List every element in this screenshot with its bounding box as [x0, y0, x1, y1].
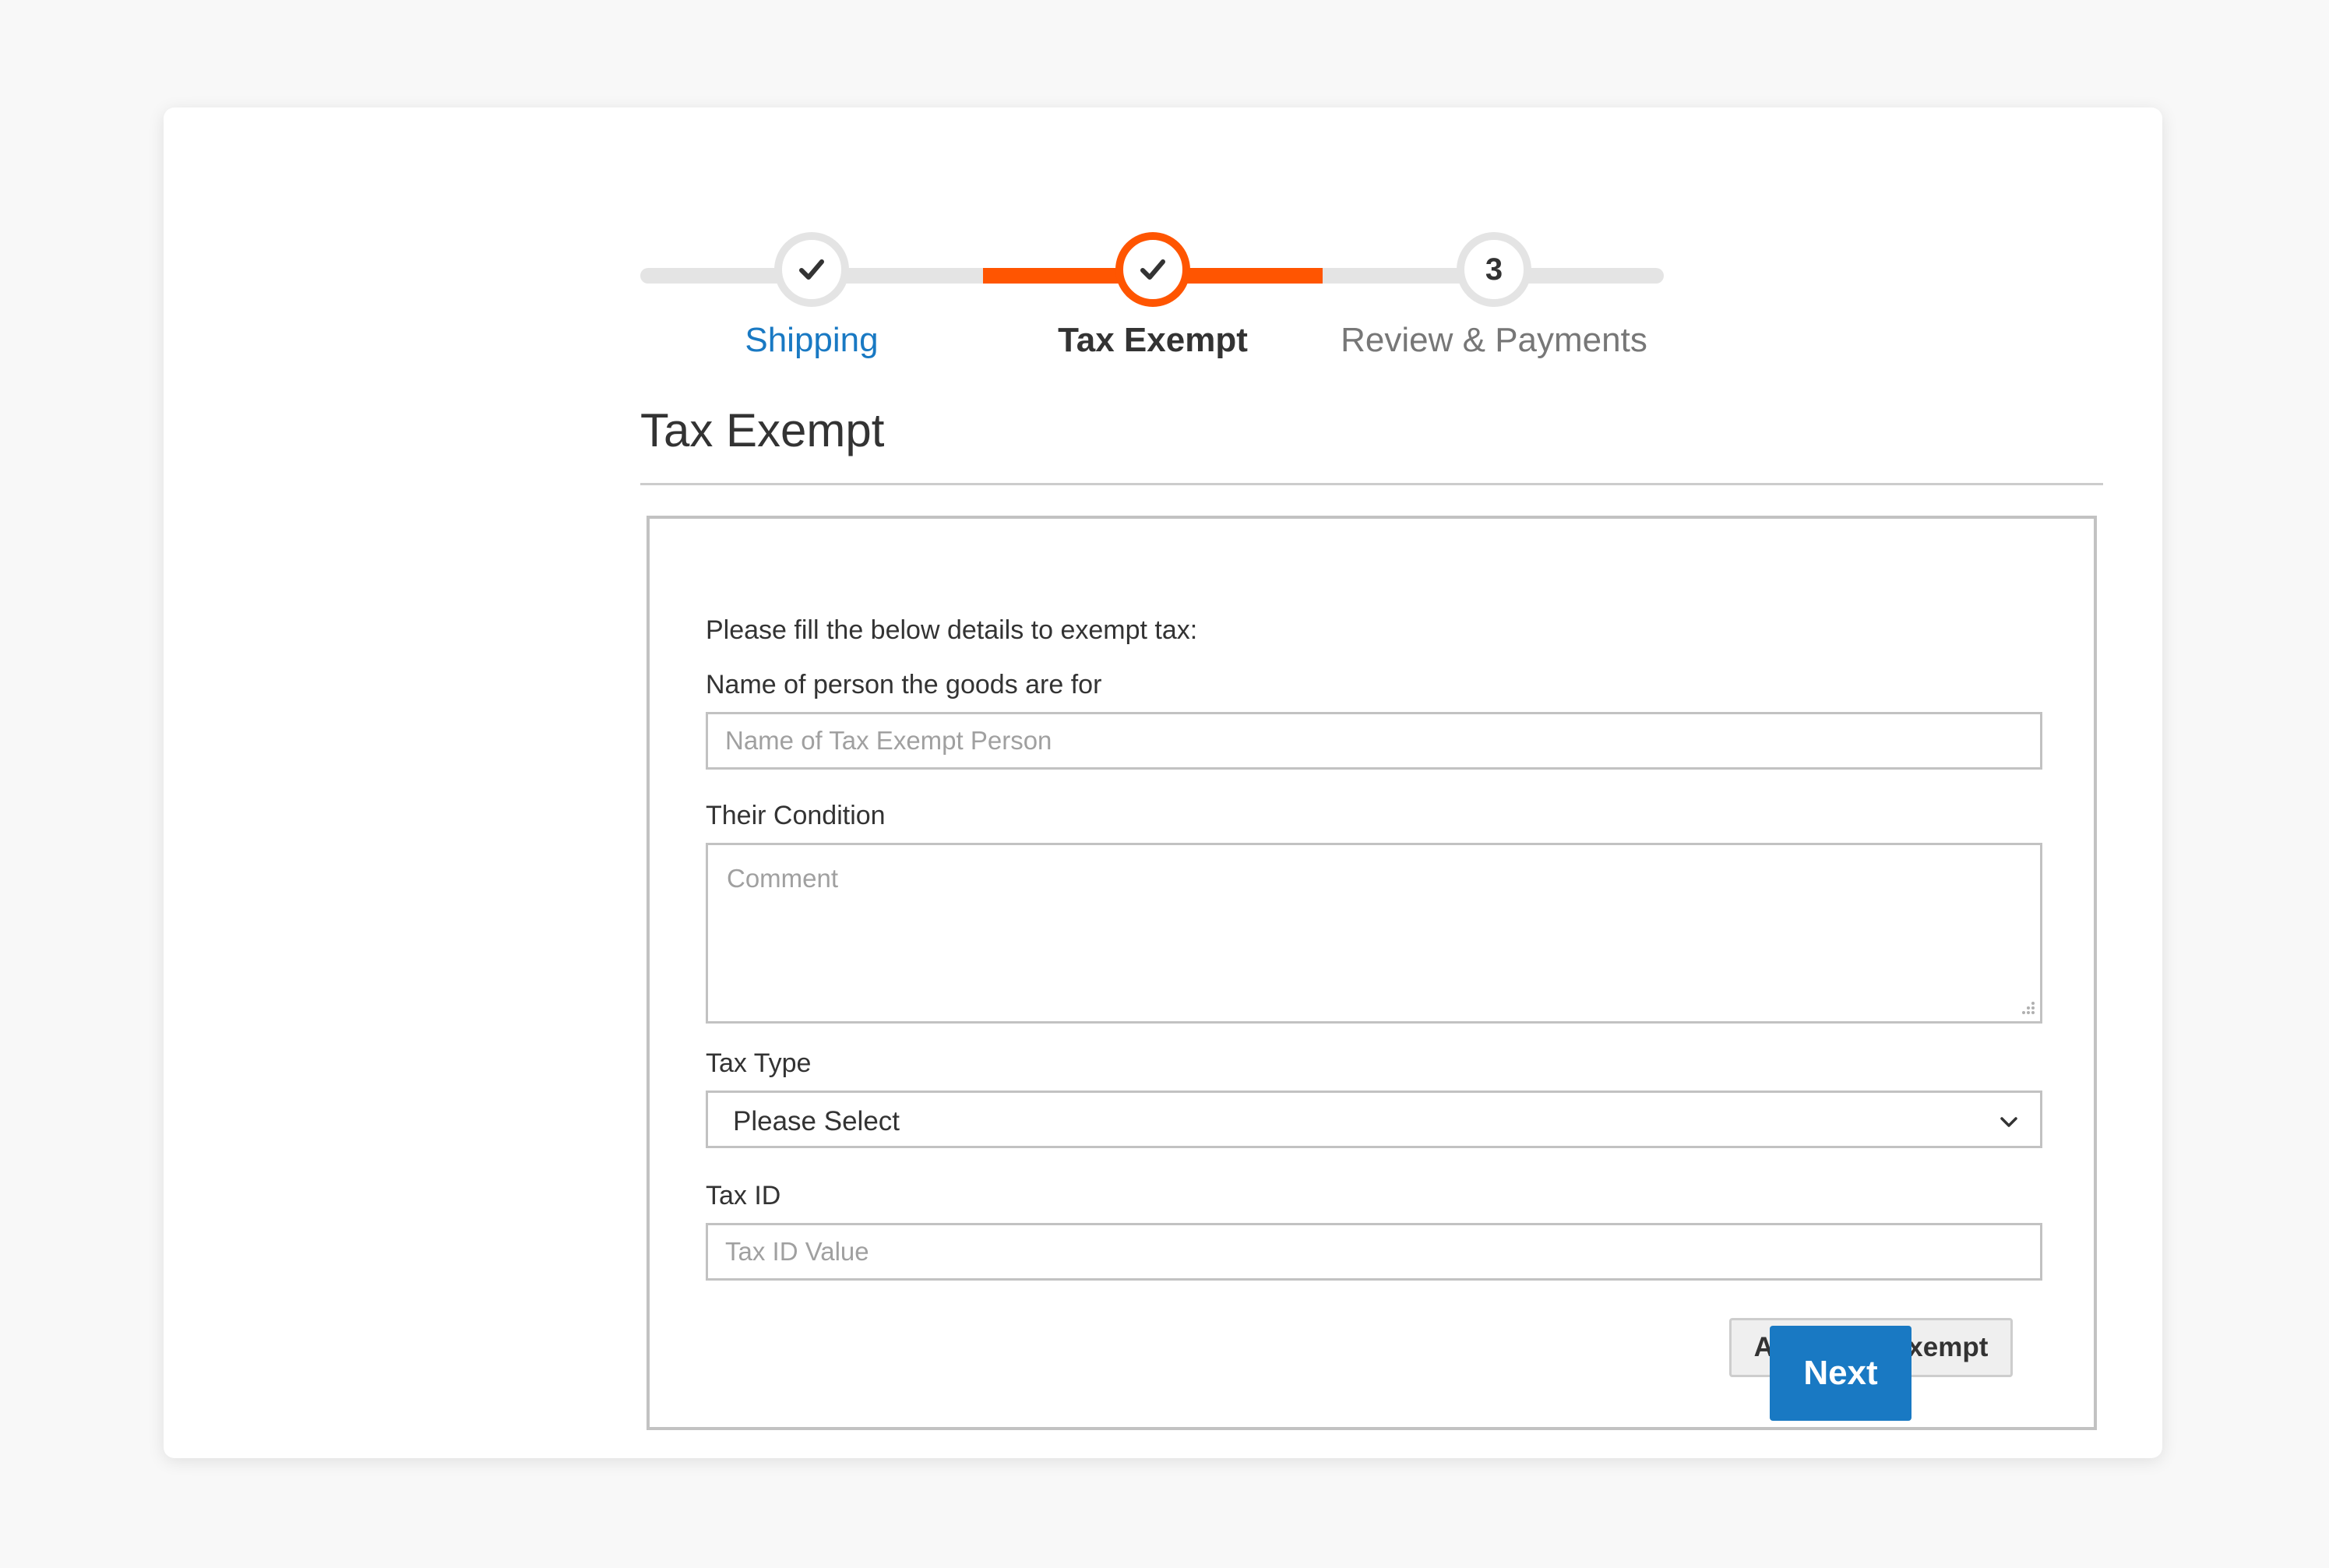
step-marker-tax-exempt: [1115, 232, 1190, 307]
tax-exempt-form: Please fill the below details to exempt …: [647, 516, 2097, 1430]
tax-id-label: Tax ID: [706, 1181, 781, 1210]
resize-grip-icon[interactable]: [2016, 995, 2036, 1016]
tax-type-selected-value: Please Select: [733, 1106, 900, 1136]
step-label-shipping[interactable]: Shipping: [640, 321, 983, 360]
tax-type-select[interactable]: Please Select: [706, 1091, 2042, 1148]
form-intro-text: Please fill the below details to exempt …: [706, 615, 1198, 645]
chevron-down-icon: [2000, 1117, 2017, 1127]
checkout-progress-bar: Shipping Tax Exempt 3 Review & Payments: [640, 232, 1668, 380]
tax-type-label: Tax Type: [706, 1048, 812, 1078]
tax-id-input[interactable]: [706, 1223, 2042, 1281]
condition-label: Their Condition: [706, 801, 886, 830]
checkout-card: Shipping Tax Exempt 3 Review & Payments …: [164, 107, 2162, 1458]
step-marker-shipping: [774, 232, 849, 307]
checkmark-icon: [1140, 259, 1165, 280]
person-name-input[interactable]: [706, 712, 2042, 770]
step-label-review-payments: Review & Payments: [1341, 321, 1647, 359]
next-button[interactable]: Next: [1770, 1326, 1911, 1421]
progress-step-tax-exempt: Tax Exempt: [981, 232, 1324, 360]
step-number: 3: [1485, 252, 1503, 287]
progress-step-review-payments: 3 Review & Payments: [1323, 232, 1665, 360]
person-name-label: Name of person the goods are for: [706, 670, 1102, 699]
step-marker-review-payments: 3: [1457, 232, 1531, 307]
title-divider: [640, 483, 2103, 485]
progress-step-shipping[interactable]: Shipping: [640, 232, 983, 360]
condition-textarea[interactable]: [706, 843, 2042, 1024]
checkmark-icon: [799, 259, 824, 280]
page-title: Tax Exempt: [640, 404, 885, 456]
step-label-tax-exempt: Tax Exempt: [1058, 321, 1248, 359]
